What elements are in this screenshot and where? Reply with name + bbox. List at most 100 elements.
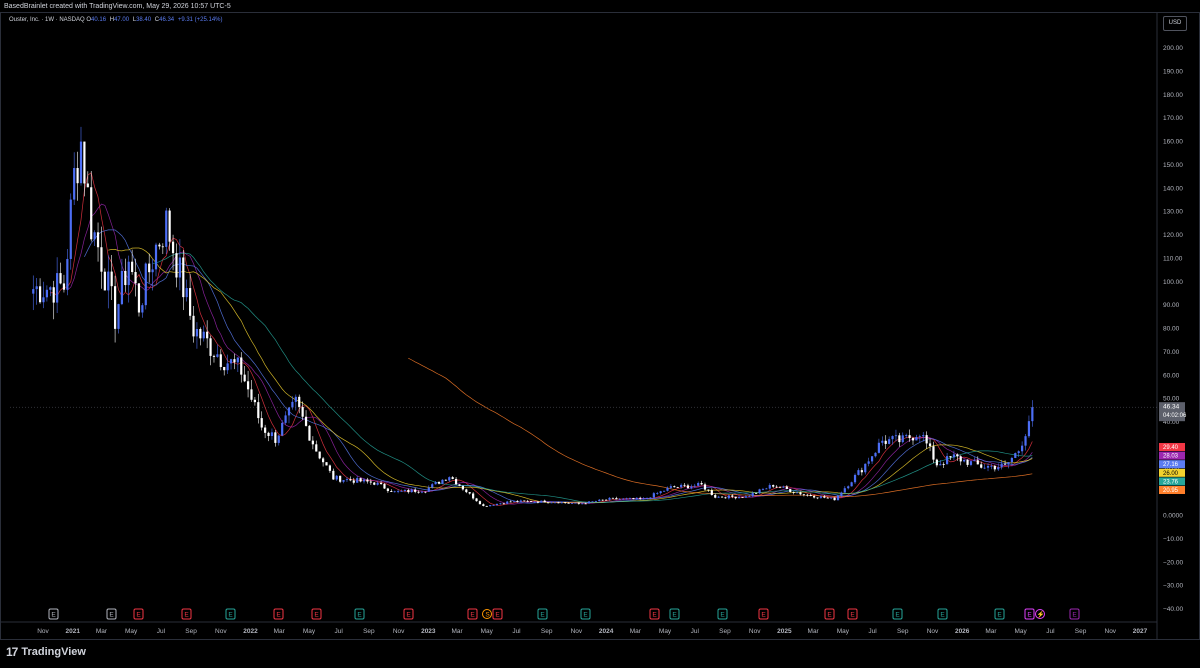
candle-body	[42, 297, 45, 303]
event-marker-label: E	[895, 612, 900, 619]
candle-body	[963, 459, 966, 462]
candle-body	[366, 479, 369, 482]
candle-body	[894, 435, 898, 437]
candle-body	[383, 484, 386, 489]
candle-body	[945, 456, 949, 465]
candle-body	[1000, 463, 1003, 468]
candle-body	[748, 496, 751, 498]
candle-body	[710, 490, 713, 496]
candle-body	[557, 502, 560, 504]
candle-body	[676, 487, 679, 488]
candle-body	[847, 486, 850, 489]
candle-body	[137, 283, 141, 313]
moving-average-line-5	[152, 252, 1033, 504]
candle-body	[830, 497, 833, 499]
candle-body	[66, 258, 69, 290]
x-tick-label: Mar	[985, 628, 997, 635]
candle-body	[294, 396, 297, 402]
candle-body	[905, 435, 908, 436]
x-tick-label: Mar	[808, 628, 820, 635]
candle-body	[799, 492, 802, 495]
candle-body	[417, 491, 420, 493]
candle-body	[843, 488, 846, 493]
candle-body	[826, 497, 829, 499]
candle-body	[956, 454, 959, 457]
candle-body	[472, 493, 475, 499]
candle-body	[874, 452, 877, 457]
y-tick-label: 180.00	[1163, 92, 1183, 99]
candle-body	[816, 497, 819, 499]
event-marker-label: E	[109, 612, 114, 619]
candle-body	[652, 493, 655, 498]
candle-body	[257, 402, 260, 419]
event-marker-label: ⚡	[1036, 611, 1044, 619]
y-tick-label: 70.00	[1163, 349, 1180, 356]
candle-body	[823, 496, 826, 498]
candle-body	[789, 488, 792, 492]
candle-body	[744, 496, 748, 498]
x-tick-label: May	[659, 628, 672, 635]
x-tick-label: May	[303, 628, 316, 635]
candle-body	[103, 271, 106, 291]
x-tick-label: Jul	[1046, 628, 1055, 635]
candle-body	[229, 359, 233, 364]
candle-body	[536, 501, 540, 503]
candle-body	[775, 486, 778, 488]
moving-average-line-2	[67, 203, 1033, 505]
y-tick-label: 170.00	[1163, 115, 1183, 122]
candle-body	[611, 497, 615, 499]
candle-body	[502, 503, 505, 505]
price-chart[interactable]: 200.00 190.00 180.00 170.00 160.00 150.00 140.…	[0, 0, 1200, 640]
candle-body	[304, 416, 308, 426]
candle-body	[427, 487, 430, 492]
candle-body	[581, 503, 584, 505]
candle-body	[703, 484, 707, 490]
tradingview-brand: TradingView	[21, 646, 86, 658]
candle-body	[656, 493, 659, 494]
candle-body	[615, 498, 618, 500]
candle-body	[328, 465, 332, 471]
candle-body	[628, 498, 632, 499]
candle-body	[990, 465, 993, 467]
y-tick-label: 90.00	[1163, 302, 1180, 309]
last-price-label: 46.34	[1163, 404, 1180, 411]
candle-body	[693, 485, 696, 487]
candle-body	[189, 288, 192, 316]
candle-body	[38, 286, 42, 303]
candle-body	[778, 486, 782, 488]
candle-body	[918, 436, 921, 438]
candle-body	[376, 482, 379, 485]
tradingview-mark-icon: 17	[6, 645, 18, 659]
candle-body	[758, 489, 761, 494]
candle-body	[768, 485, 771, 489]
candle-body	[908, 435, 911, 439]
candle-body	[195, 328, 199, 337]
candle-body	[731, 495, 734, 497]
event-marker-label: E	[540, 612, 545, 619]
candle-body	[298, 396, 301, 407]
candle-body	[482, 504, 485, 506]
candle-body	[352, 480, 355, 483]
event-marker-label: E	[652, 612, 657, 619]
x-tick-label: Nov	[927, 628, 939, 635]
candle-body	[1027, 421, 1031, 437]
event-marker-label: E	[184, 612, 189, 619]
event-marker-label: E	[406, 612, 411, 619]
candle-body	[270, 432, 274, 437]
candle-body	[622, 498, 625, 500]
candle-body	[591, 501, 594, 503]
candle-body	[199, 328, 202, 339]
candle-body	[751, 493, 754, 497]
tradingview-logo[interactable]: 17 TradingView	[6, 645, 86, 659]
candle-body	[56, 273, 59, 303]
event-marker-label: E	[314, 612, 319, 619]
candle-body	[369, 481, 372, 483]
candle-body	[359, 478, 362, 482]
candle-body	[124, 270, 127, 286]
candle-body	[625, 498, 628, 500]
candle-body	[724, 497, 727, 499]
ma-value-label: 29.40	[1163, 445, 1179, 451]
candle-body	[107, 271, 110, 291]
candle-body	[76, 168, 79, 184]
candle-body	[884, 440, 887, 444]
